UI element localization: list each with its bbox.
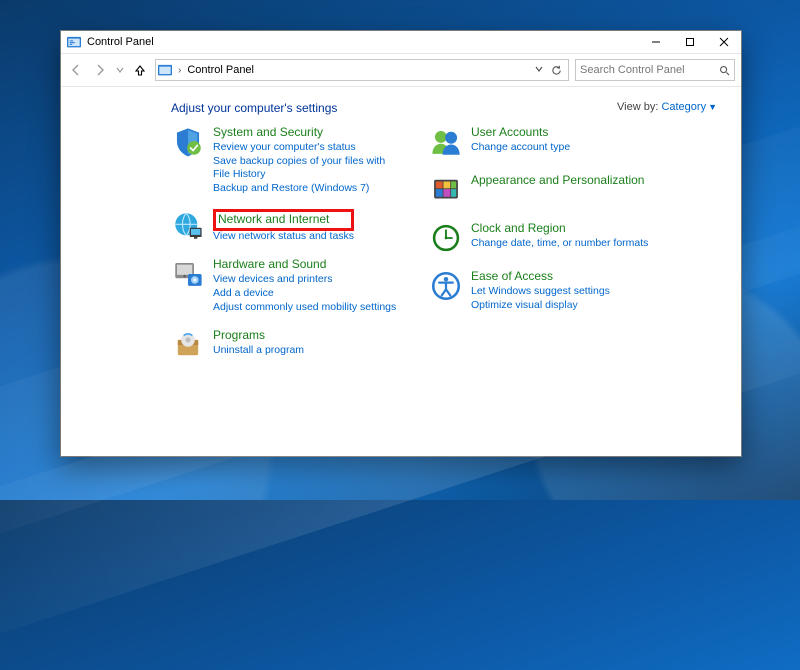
category-appearance: Appearance and Personalization xyxy=(429,173,659,207)
category-title[interactable]: System and Security xyxy=(213,125,401,140)
category-title[interactable]: User Accounts xyxy=(471,125,570,140)
refresh-icon[interactable] xyxy=(551,65,562,76)
category-title[interactable]: Network and Internet xyxy=(218,212,329,226)
search-placeholder: Search Control Panel xyxy=(580,64,685,76)
category-sublink[interactable]: Add a device xyxy=(213,287,396,300)
highlight-annotation: Network and Internet xyxy=(213,209,354,231)
search-box[interactable]: Search Control Panel xyxy=(575,59,735,81)
category-clock-region: Clock and Region Change date, time, or n… xyxy=(429,221,659,255)
chevron-down-icon[interactable]: ▼ xyxy=(708,102,717,112)
category-sublink[interactable]: Backup and Restore (Windows 7) xyxy=(213,182,401,195)
category-title[interactable]: Clock and Region xyxy=(471,221,648,236)
network-internet-icon xyxy=(171,209,205,243)
category-sublink[interactable]: Optimize visual display xyxy=(471,299,610,312)
content-area: Adjust your computer's settings View by:… xyxy=(61,87,741,456)
view-by: View by: Category▼ xyxy=(617,101,717,113)
category-column-left: System and Security Review your computer… xyxy=(171,125,401,362)
nav-row: › Control Panel Search Control Panel xyxy=(61,54,741,87)
category-sublink[interactable]: Save backup copies of your files with Fi… xyxy=(213,155,401,181)
user-accounts-icon xyxy=(429,125,463,159)
chevron-right-icon: › xyxy=(176,65,183,76)
category-sublink[interactable]: Review your computer's status xyxy=(213,141,401,154)
category-column-right: User Accounts Change account type Appear… xyxy=(429,125,659,362)
category-programs: Programs Uninstall a program xyxy=(171,328,401,362)
appearance-icon xyxy=(429,173,463,207)
category-sublink[interactable]: Change account type xyxy=(471,141,570,154)
clock-region-icon xyxy=(429,221,463,255)
category-user-accounts: User Accounts Change account type xyxy=(429,125,659,159)
category-sublink[interactable]: View devices and printers xyxy=(213,273,396,286)
control-panel-icon xyxy=(158,64,172,76)
system-security-icon xyxy=(171,125,205,159)
maximize-button[interactable] xyxy=(673,31,707,53)
category-network-internet: Network and Internet View network status… xyxy=(171,209,401,243)
control-panel-icon xyxy=(67,36,81,48)
category-title[interactable]: Ease of Access xyxy=(471,269,610,284)
minimize-button[interactable] xyxy=(639,31,673,53)
window: Control Panel › Control Panel Search Con… xyxy=(60,30,742,457)
hardware-sound-icon xyxy=(171,257,205,291)
up-button[interactable] xyxy=(131,61,149,79)
ease-of-access-icon xyxy=(429,269,463,303)
address-bar[interactable]: › Control Panel xyxy=(155,59,569,81)
close-button[interactable] xyxy=(707,31,741,53)
category-title[interactable]: Hardware and Sound xyxy=(213,257,396,272)
category-sublink[interactable]: Let Windows suggest settings xyxy=(471,285,610,298)
category-sublink[interactable]: Adjust commonly used mobility settings xyxy=(213,301,396,314)
address-dropdown-icon[interactable] xyxy=(535,65,543,76)
window-title: Control Panel xyxy=(87,36,154,48)
category-title[interactable]: Programs xyxy=(213,328,304,343)
address-path: Control Panel xyxy=(187,64,254,76)
view-by-value[interactable]: Category xyxy=(661,101,706,113)
view-by-label: View by: xyxy=(617,101,658,113)
recent-locations-button[interactable] xyxy=(115,61,125,79)
category-system-security: System and Security Review your computer… xyxy=(171,125,401,195)
category-hardware-sound: Hardware and Sound View devices and prin… xyxy=(171,257,401,314)
category-sublink[interactable]: Uninstall a program xyxy=(213,344,304,357)
category-sublink[interactable]: Change date, time, or number formats xyxy=(471,237,648,250)
forward-button[interactable] xyxy=(91,61,109,79)
programs-icon xyxy=(171,328,205,362)
search-icon xyxy=(719,65,730,76)
category-sublink[interactable]: View network status and tasks xyxy=(213,230,354,243)
category-title[interactable]: Appearance and Personalization xyxy=(471,173,644,188)
back-button[interactable] xyxy=(67,61,85,79)
titlebar: Control Panel xyxy=(61,31,741,54)
category-ease-of-access: Ease of Access Let Windows suggest setti… xyxy=(429,269,659,312)
